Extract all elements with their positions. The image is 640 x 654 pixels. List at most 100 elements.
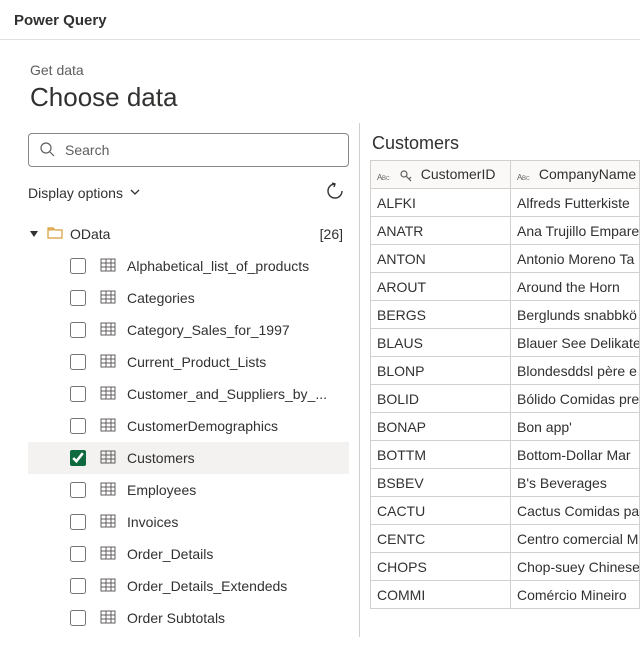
refresh-button[interactable] (321, 177, 349, 208)
table-row[interactable]: BLONPBlondesddsl père e (371, 357, 640, 385)
page-title: Choose data (30, 82, 610, 113)
table-cell: BLONP (371, 357, 511, 385)
tree-root-odata[interactable]: OData [26] (28, 218, 349, 250)
table-cell: Ana Trujillo Empare (511, 217, 640, 245)
tree-item-label: Invoices (127, 514, 178, 530)
table-cell: BONAP (371, 413, 511, 441)
table-icon (99, 512, 117, 533)
table-row[interactable]: CHOPSChop-suey Chinese (371, 553, 640, 581)
table-row[interactable]: COMMIComércio Mineiro (371, 581, 640, 609)
header-subtitle: Get data (30, 62, 610, 78)
table-row[interactable]: CACTUCactus Comidas pa (371, 497, 640, 525)
table-icon (99, 320, 117, 341)
table-icon (99, 448, 117, 469)
refresh-icon (325, 188, 345, 204)
column-header-companyname[interactable]: ABC CompanyName (511, 161, 640, 189)
display-options-button[interactable]: Display options (28, 185, 141, 201)
tree-item-checkbox[interactable] (70, 322, 86, 338)
table-cell: BOTTM (371, 441, 511, 469)
tree-item[interactable]: Categories (28, 282, 349, 314)
table-cell: Bottom-Dollar Mar (511, 441, 640, 469)
table-cell: COMMI (371, 581, 511, 609)
navigator-panel: Display options OData [26] (0, 123, 360, 637)
column-header-label: CompanyName (539, 166, 636, 182)
column-header-customerid[interactable]: ABC CustomerID (371, 161, 511, 189)
table-cell: ANTON (371, 245, 511, 273)
key-icon (399, 169, 413, 183)
tree-item-checkbox[interactable] (70, 418, 86, 434)
table-cell: AROUT (371, 273, 511, 301)
tree-item-checkbox[interactable] (70, 290, 86, 306)
text-type-icon: ABC (517, 169, 531, 183)
table-row[interactable]: BSBEVB's Beverages (371, 469, 640, 497)
table-row[interactable]: ANATRAna Trujillo Empare (371, 217, 640, 245)
tree-item[interactable]: Employees (28, 474, 349, 506)
tree-item-checkbox[interactable] (70, 514, 86, 530)
tree-item-checkbox[interactable] (70, 258, 86, 274)
table-icon (99, 384, 117, 405)
table-cell: Centro comercial M (511, 525, 640, 553)
tree-item-checkbox[interactable] (70, 450, 86, 466)
table-cell: Alfreds Futterkiste (511, 189, 640, 217)
table-icon (99, 288, 117, 309)
table-header-row: ABC CustomerID ABC CompanyName (371, 161, 640, 189)
tree-item[interactable]: CustomerDemographics (28, 410, 349, 442)
tree-item-checkbox[interactable] (70, 354, 86, 370)
table-row[interactable]: ANTONAntonio Moreno Ta (371, 245, 640, 273)
tree-item-checkbox[interactable] (70, 482, 86, 498)
table-cell: BSBEV (371, 469, 511, 497)
table-icon (99, 352, 117, 373)
table-row[interactable]: AROUTAround the Horn (371, 273, 640, 301)
table-row[interactable]: BONAPBon app' (371, 413, 640, 441)
chevron-down-icon (129, 185, 141, 201)
table-row[interactable]: ALFKIAlfreds Futterkiste (371, 189, 640, 217)
tree-root-label: OData (70, 226, 314, 242)
table-cell: Blondesddsl père e (511, 357, 640, 385)
table-row[interactable]: BOLIDBólido Comidas pre (371, 385, 640, 413)
table-cell: Around the Horn (511, 273, 640, 301)
tree-item[interactable]: Order Subtotals (28, 602, 349, 634)
preview-table: ABC CustomerID ABC CompanyName ALFKIAlfr… (370, 160, 640, 609)
tree-item[interactable]: Order_Details (28, 538, 349, 570)
search-icon (39, 141, 55, 160)
tree-item-label: Customer_and_Suppliers_by_... (127, 386, 327, 402)
tree-item[interactable]: Customer_and_Suppliers_by_... (28, 378, 349, 410)
table-row[interactable]: CENTCCentro comercial M (371, 525, 640, 553)
table-cell: Bon app' (511, 413, 640, 441)
tree-item[interactable]: Order_Details_Extendeds (28, 570, 349, 602)
display-options-label: Display options (28, 185, 123, 201)
table-row[interactable]: BOTTMBottom-Dollar Mar (371, 441, 640, 469)
tree-item-label: Order Subtotals (127, 610, 225, 626)
page-header: Get data Choose data (0, 40, 640, 123)
table-cell: Berglunds snabbkö (511, 301, 640, 329)
tree-item[interactable]: Customers (28, 442, 349, 474)
search-input-container[interactable] (28, 133, 349, 167)
column-header-label: CustomerID (421, 166, 496, 182)
tree-item-checkbox[interactable] (70, 386, 86, 402)
caret-down-icon (28, 229, 40, 239)
tree-item-label: CustomerDemographics (127, 418, 278, 434)
search-input[interactable] (63, 141, 338, 159)
preview-title: Customers (372, 133, 640, 154)
table-cell: B's Beverages (511, 469, 640, 497)
table-row[interactable]: BERGSBerglunds snabbkö (371, 301, 640, 329)
tree-item[interactable]: Current_Product_Lists (28, 346, 349, 378)
tree-item[interactable]: Category_Sales_for_1997 (28, 314, 349, 346)
tree-item-checkbox[interactable] (70, 578, 86, 594)
table-cell: CENTC (371, 525, 511, 553)
table-cell: Comércio Mineiro (511, 581, 640, 609)
preview-panel: Customers ABC CustomerID ABC CompanyName… (360, 123, 640, 637)
tree-item-label: Alphabetical_list_of_products (127, 258, 309, 274)
table-icon (99, 256, 117, 277)
table-row[interactable]: BLAUSBlauer See Delikate (371, 329, 640, 357)
table-cell: Blauer See Delikate (511, 329, 640, 357)
table-cell: Bólido Comidas pre (511, 385, 640, 413)
table-cell: Antonio Moreno Ta (511, 245, 640, 273)
tree-item-label: Categories (127, 290, 195, 306)
table-cell: BERGS (371, 301, 511, 329)
table-cell: Chop-suey Chinese (511, 553, 640, 581)
tree-item-checkbox[interactable] (70, 546, 86, 562)
tree-item[interactable]: Alphabetical_list_of_products (28, 250, 349, 282)
tree-item[interactable]: Invoices (28, 506, 349, 538)
tree-item-checkbox[interactable] (70, 610, 86, 626)
